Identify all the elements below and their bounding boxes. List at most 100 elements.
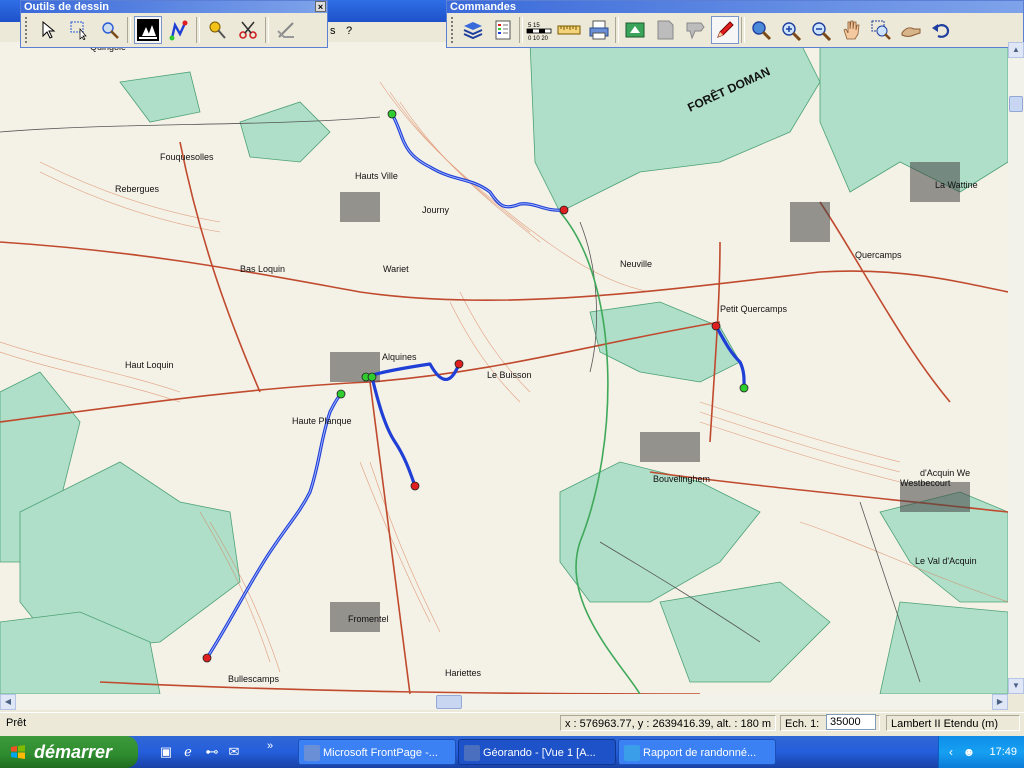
map-label: Bouvelinghem xyxy=(653,474,710,484)
palette-title[interactable]: Outils de dessin × xyxy=(21,1,327,13)
zoom-in-icon[interactable] xyxy=(777,16,805,44)
topographic-map[interactable]: Quingoie Rebergues Fouquesolles Hauts Vi… xyxy=(0,42,1008,694)
map-label: Westbecourt xyxy=(900,478,951,488)
internet-explorer-icon xyxy=(624,745,640,761)
map-label: Rebergues xyxy=(115,184,160,194)
route-tool-icon[interactable] xyxy=(165,16,193,44)
page-icon[interactable] xyxy=(651,16,679,44)
map-label: Petit Quercamps xyxy=(720,304,788,314)
svg-text:5 15: 5 15 xyxy=(528,23,540,29)
map-label: Fromentel xyxy=(348,614,389,624)
start-button[interactable]: démarrer xyxy=(0,736,138,768)
map-label: Le Buisson xyxy=(487,370,532,380)
layers-icon[interactable] xyxy=(459,16,487,44)
start-marker xyxy=(739,383,749,393)
eraser-icon[interactable] xyxy=(272,16,300,44)
grip-handle[interactable] xyxy=(25,17,31,43)
tray-expand-icon[interactable]: ‹ xyxy=(943,744,959,760)
start-marker xyxy=(367,372,377,382)
close-button[interactable]: × xyxy=(315,1,326,12)
separator xyxy=(741,17,745,43)
map-label: d'Acquin We xyxy=(920,468,970,478)
internet-explorer-icon[interactable]: ℯ xyxy=(180,744,196,760)
zoom-out-icon[interactable] xyxy=(807,16,835,44)
svg-text:0 10 20: 0 10 20 xyxy=(528,36,549,41)
taskbar-item-georando[interactable]: Géorando - [Vue 1 [A... xyxy=(458,739,616,765)
mail-icon[interactable]: ✉ xyxy=(226,744,242,760)
scale-input[interactable] xyxy=(826,714,876,730)
system-tray: ‹ ☻ 17:49 xyxy=(938,736,1024,768)
scroll-corner xyxy=(1008,694,1024,710)
taskbar-item-frontpage[interactable]: Microsoft FrontPage -... xyxy=(298,739,456,765)
scroll-up-button[interactable]: ▲ xyxy=(1008,42,1024,58)
scroll-left-button[interactable]: ◀ xyxy=(0,694,16,710)
pan-icon[interactable] xyxy=(897,16,925,44)
start-marker xyxy=(336,389,346,399)
scale-bar-icon[interactable]: 5 15 0 10 20 xyxy=(525,16,553,44)
end-marker xyxy=(454,359,464,369)
zoom-icon[interactable] xyxy=(747,16,775,44)
map-label: Journy xyxy=(422,205,450,215)
end-marker xyxy=(711,321,721,331)
zoom-select-icon[interactable] xyxy=(96,16,124,44)
taskbar-item-label: Géorando - [Vue 1 [A... xyxy=(483,747,596,759)
separator xyxy=(265,17,269,43)
map-label: Bullescamps xyxy=(228,674,280,684)
tag-icon[interactable] xyxy=(681,16,709,44)
taskbar-item-label: Microsoft FrontPage -... xyxy=(323,747,438,759)
separator xyxy=(615,17,619,43)
drawing-tools-palette[interactable]: Outils de dessin × xyxy=(20,0,328,48)
end-marker xyxy=(410,481,420,491)
scroll-right-button[interactable]: ▶ xyxy=(992,694,1008,710)
hand-icon[interactable] xyxy=(837,16,865,44)
vertical-scroll-thumb[interactable] xyxy=(1009,96,1023,112)
scissors-icon[interactable] xyxy=(234,16,262,44)
map-canvas[interactable]: Quingoie Rebergues Fouquesolles Hauts Vi… xyxy=(0,42,1008,694)
palette-title[interactable]: Commandes xyxy=(447,1,1023,13)
status-bar: Prêt x : 576963.77, y : 2639416.39, alt.… xyxy=(0,712,1024,733)
ruler-icon[interactable] xyxy=(555,16,583,44)
legend-icon[interactable] xyxy=(489,16,517,44)
commands-palette-title: Commandes xyxy=(450,1,517,13)
quicklaunch-app-icon[interactable]: ⊷ xyxy=(204,744,220,760)
taskbar-item-report[interactable]: Rapport de randonné... xyxy=(618,739,776,765)
frontpage-icon xyxy=(304,745,320,761)
menu-item-help[interactable]: ? xyxy=(346,25,352,37)
export-icon[interactable] xyxy=(621,16,649,44)
chevron-more-icon[interactable]: » xyxy=(262,738,278,754)
show-desktop-icon[interactable]: ▣ xyxy=(158,744,174,760)
map-label: Bas Loquin xyxy=(240,264,285,274)
horizontal-scrollbar[interactable]: ◀ ▶ xyxy=(0,694,1008,710)
select-rect-icon[interactable] xyxy=(65,16,93,44)
messenger-icon[interactable]: ☻ xyxy=(961,744,977,760)
taskbar-item-label: Rapport de randonné... xyxy=(643,747,757,759)
end-marker xyxy=(559,205,569,215)
windows-logo-icon xyxy=(11,745,25,759)
scale-label: Ech. 1: xyxy=(785,718,820,730)
forest-symbol-icon[interactable] xyxy=(134,16,162,44)
grip-handle[interactable] xyxy=(451,17,457,43)
end-marker xyxy=(202,653,212,663)
pencil-icon[interactable] xyxy=(711,16,739,44)
scroll-down-button[interactable]: ▼ xyxy=(1008,678,1024,694)
print-icon[interactable] xyxy=(585,16,613,44)
start-label: démarrer xyxy=(34,742,113,762)
horizontal-scroll-thumb[interactable] xyxy=(436,695,462,709)
map-label: Haut Loquin xyxy=(125,360,174,370)
zoom-window-icon[interactable] xyxy=(867,16,895,44)
separator xyxy=(196,17,200,43)
separator xyxy=(127,17,131,43)
arrow-icon[interactable] xyxy=(34,16,62,44)
pin-icon[interactable] xyxy=(203,16,231,44)
map-label: Alquines xyxy=(382,352,417,362)
map-label: Le Val d'Acquin xyxy=(915,556,977,566)
undo-icon[interactable] xyxy=(927,16,955,44)
map-label: Neuville xyxy=(620,259,652,269)
drawing-palette-title: Outils de dessin xyxy=(24,1,109,13)
vertical-scrollbar[interactable]: ▲ ▼ xyxy=(1008,42,1024,694)
separator xyxy=(519,17,523,43)
commands-palette[interactable]: Commandes 5 15 0 10 20 xyxy=(446,0,1024,48)
status-projection: Lambert II Etendu (m) xyxy=(886,715,1020,731)
menu-item-fragment[interactable]: s xyxy=(330,25,336,37)
status-ready: Prêt xyxy=(6,717,27,729)
